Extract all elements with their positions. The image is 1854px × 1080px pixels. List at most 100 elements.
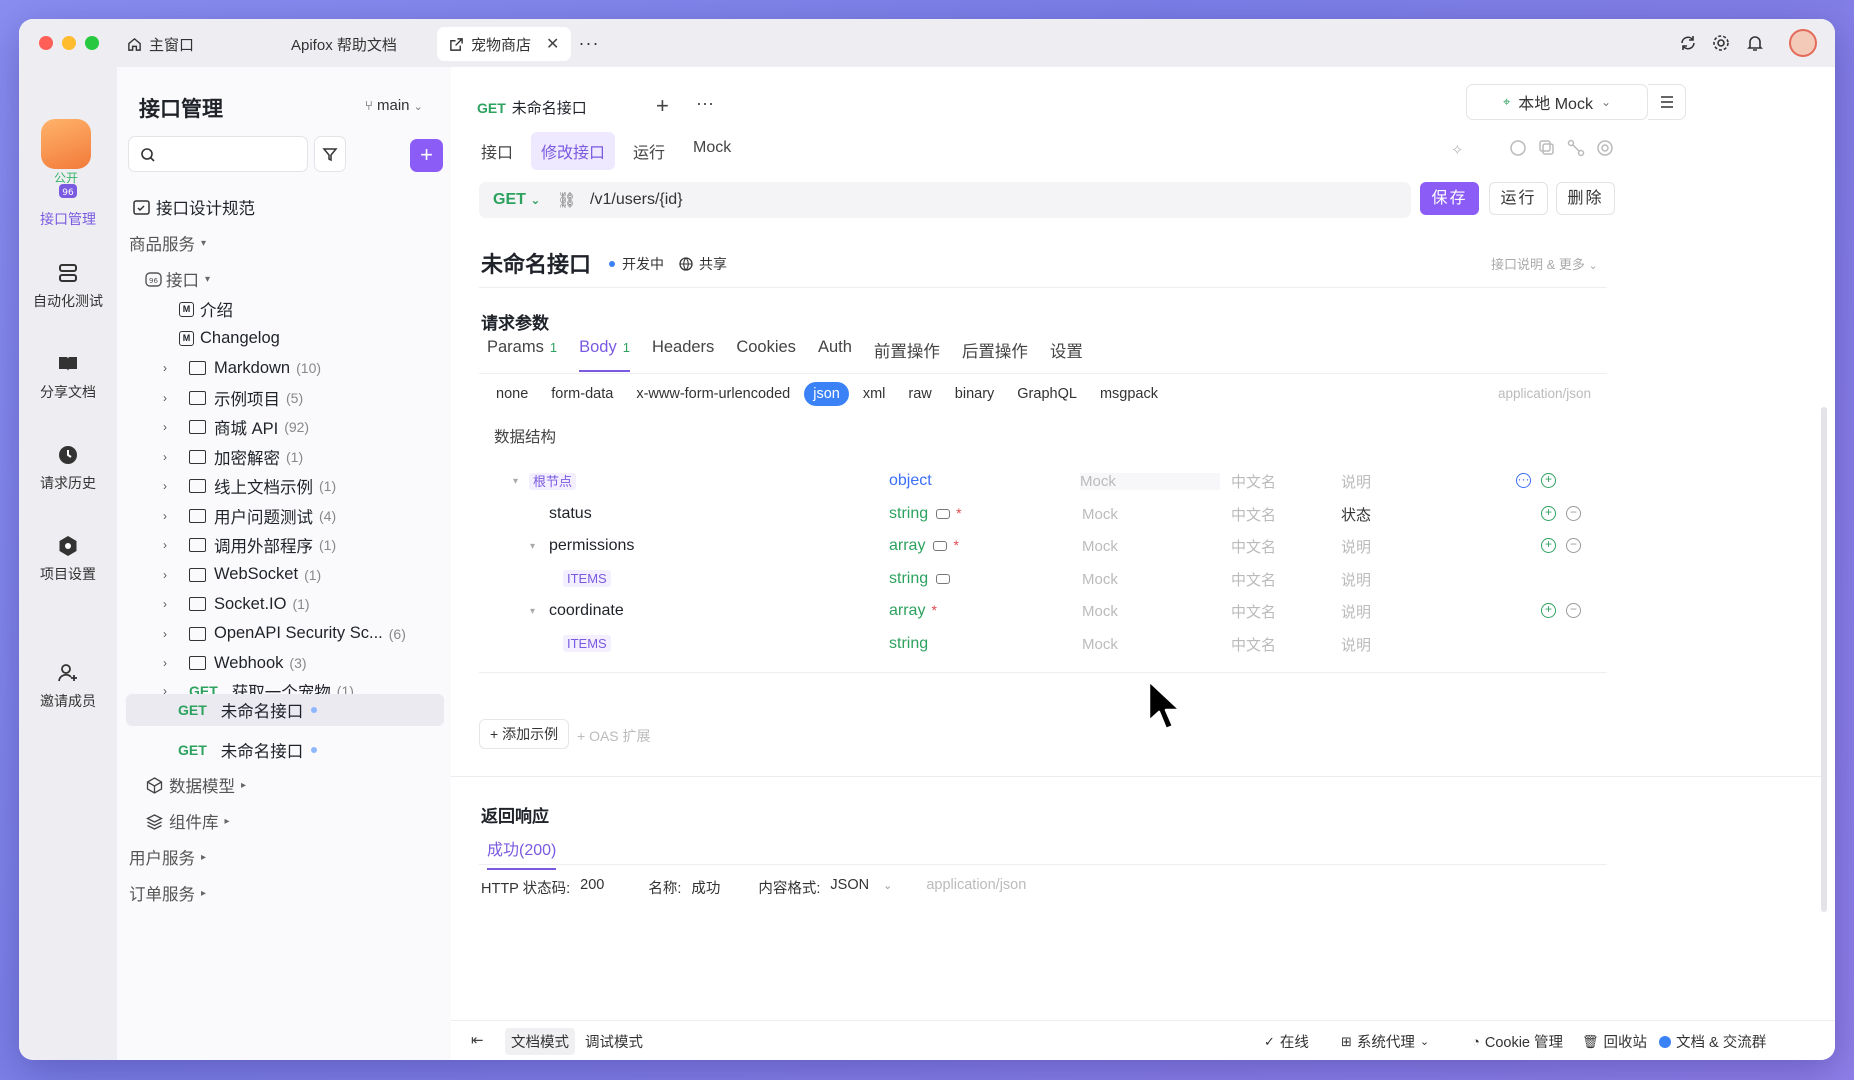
cookie-manager[interactable]: ◔ Cookie 管理 <box>1472 1031 1563 1052</box>
remove-field-icon[interactable]: − <box>1566 538 1581 553</box>
schema-type[interactable]: string <box>889 570 951 588</box>
tab-body[interactable]: Body 1 <box>579 338 630 372</box>
body-type-graphql[interactable]: GraphQL <box>1008 382 1086 406</box>
components-node[interactable]: 组件库 ▸ <box>146 805 480 837</box>
status-badge[interactable]: 开发中 <box>609 254 664 274</box>
more-options-icon[interactable]: ··· <box>1516 473 1531 488</box>
sparkle-icon[interactable]: ✧ <box>1451 141 1464 159</box>
tab-params[interactable]: Params 1 <box>487 338 557 372</box>
branch-selector[interactable]: ⑂ main ⌄ <box>365 97 423 114</box>
close-window-button[interactable] <box>39 36 53 50</box>
description-input[interactable]: 状态 <box>1341 504 1371 525</box>
folder-item[interactable]: › 调用外部程序 (1) <box>163 529 497 561</box>
folder-item[interactable]: › Markdown (10) <box>163 352 497 384</box>
content-format-select[interactable]: JSON ⌄ <box>830 877 902 898</box>
trash-button[interactable]: 🗑 回收站 <box>1582 1031 1647 1052</box>
more-icon[interactable]: ··· <box>696 93 714 114</box>
rail-item-history[interactable]: 请求历史 <box>19 443 117 493</box>
user-avatar[interactable] <box>1789 29 1817 57</box>
cn-name-input[interactable]: 中文名 <box>1231 504 1276 525</box>
zoom-window-button[interactable] <box>85 36 99 50</box>
api-title[interactable]: 未命名接口 <box>481 247 591 279</box>
project-logo[interactable] <box>41 119 91 169</box>
cn-name-input[interactable]: 中文名 <box>1231 601 1276 622</box>
rail-item-api-management[interactable]: 96 接口管理 <box>19 179 117 229</box>
schema-row-permissions[interactable]: ▾ permissions array * Mock 中文名 说明 + − <box>479 530 1607 562</box>
field-name[interactable]: coordinate <box>549 602 624 620</box>
oas-extension-button[interactable]: + OAS 扩展 <box>577 726 651 746</box>
body-type-none[interactable]: none <box>487 382 537 406</box>
schema-type[interactable]: string <box>889 635 928 653</box>
folder-item[interactable]: › 线上文档示例 (1) <box>163 470 497 502</box>
close-tab-icon[interactable]: ✕ <box>546 34 559 54</box>
api-group-node[interactable]: 96 接口 ▾ <box>145 263 479 295</box>
proxy-selector[interactable]: ⊞ 系统代理 ⌄ <box>1341 1031 1429 1052</box>
add-field-icon[interactable]: + <box>1541 603 1556 618</box>
api-spec-item[interactable]: 接口设计规范 <box>133 191 467 223</box>
folder-item[interactable]: › OpenAPI Security Sc... (6) <box>163 618 497 650</box>
mock-input[interactable]: Mock <box>1082 603 1222 620</box>
tab-auth[interactable]: Auth <box>818 338 852 372</box>
env-menu-button[interactable] <box>1648 84 1686 120</box>
group-user-service[interactable]: 用户服务 ▸ <box>129 841 463 873</box>
group-order-service[interactable]: 订单服务 ▸ <box>129 877 463 909</box>
schema-type[interactable]: string * <box>889 505 962 523</box>
schema-type[interactable]: object <box>889 472 932 490</box>
rail-item-invite[interactable]: 邀请成员 <box>19 661 117 711</box>
body-type-xml[interactable]: xml <box>854 382 895 406</box>
resp-name-value[interactable]: 成功 <box>691 877 720 898</box>
description-input[interactable]: 说明 <box>1341 536 1371 557</box>
save-button[interactable]: 保存 <box>1420 182 1479 215</box>
collapse-sidebar-icon[interactable]: ⇤ <box>471 1031 484 1049</box>
data-model-node[interactable]: 数据模型 ▸ <box>146 769 480 801</box>
mock-input[interactable]: Mock <box>1080 472 1220 490</box>
group-product-service[interactable]: 商品服务 ▾ <box>129 227 463 259</box>
tab-cookies[interactable]: Cookies <box>736 338 796 372</box>
share-badge[interactable]: 共享 <box>679 254 727 274</box>
method-select[interactable]: GET ⌄ <box>479 191 557 209</box>
share-nodes-icon[interactable] <box>1567 139 1585 162</box>
folder-item[interactable]: › 示例项目 (5) <box>163 382 497 414</box>
schema-row-status[interactable]: status string * Mock 中文名 状态 + − <box>479 498 1607 530</box>
remove-field-icon[interactable]: − <box>1566 603 1581 618</box>
tab-pre-ops[interactable]: 前置操作 <box>874 338 940 372</box>
endpoint-unnamed-selected[interactable]: GET 未命名接口 <box>126 694 444 726</box>
tab-post-ops[interactable]: 后置操作 <box>962 338 1028 372</box>
body-type-urlencoded[interactable]: x-www-form-urlencoded <box>627 382 799 406</box>
status-code-value[interactable]: 200 <box>580 877 604 898</box>
folder-item[interactable]: › 商城 API (92) <box>163 411 497 443</box>
window-tab-home[interactable]: 主窗口 <box>115 27 206 61</box>
window-tab-help[interactable]: Apifox 帮助文档 <box>279 27 409 61</box>
minimize-window-button[interactable] <box>62 36 76 50</box>
add-example-button[interactable]: + 添加示例 <box>479 719 570 749</box>
bell-icon[interactable] <box>1743 31 1767 55</box>
more-tabs-icon[interactable]: ··· <box>577 31 601 55</box>
mock-input[interactable]: Mock <box>1082 506 1222 523</box>
subtab-run[interactable]: 运行 <box>623 132 675 170</box>
subtab-api[interactable]: 接口 <box>471 132 523 170</box>
delete-button[interactable]: 删除 <box>1556 182 1615 215</box>
body-type-form-data[interactable]: form-data <box>542 382 622 406</box>
schema-row-coordinate[interactable]: ▾ coordinate array * Mock 中文名 说明 + − <box>479 595 1607 627</box>
cn-name-input[interactable]: 中文名 <box>1231 471 1276 492</box>
palette-icon[interactable] <box>1509 139 1527 162</box>
new-tab-button[interactable]: + <box>656 93 669 119</box>
add-api-button[interactable]: + <box>410 139 443 172</box>
folder-item[interactable]: › 加密解密 (1) <box>163 441 497 473</box>
settings-gear-icon[interactable] <box>1709 31 1733 55</box>
rail-item-project-settings[interactable]: 项目设置 <box>19 534 117 584</box>
rail-item-share-docs[interactable]: 分享文档 <box>19 352 117 402</box>
api-tab[interactable]: GET 未命名接口 <box>477 97 587 118</box>
body-type-json[interactable]: json <box>804 382 849 406</box>
tab-headers[interactable]: Headers <box>652 338 714 372</box>
mock-input[interactable]: Mock <box>1082 636 1222 653</box>
docs-community[interactable]: 文档 & 交流群 <box>1659 1031 1766 1052</box>
subtab-mock[interactable]: Mock <box>683 132 741 170</box>
sidebar-search-input[interactable] <box>128 136 308 172</box>
scrollbar[interactable] <box>1821 407 1827 912</box>
rail-item-automation[interactable]: 自动化测试 <box>19 261 117 311</box>
window-tab-pet-store[interactable]: 宠物商店 ✕ <box>437 27 572 61</box>
folder-item[interactable]: › Socket.IO (1) <box>163 588 497 620</box>
debug-mode-button[interactable]: 调试模式 <box>579 1028 649 1055</box>
remove-field-icon[interactable]: − <box>1566 506 1581 521</box>
